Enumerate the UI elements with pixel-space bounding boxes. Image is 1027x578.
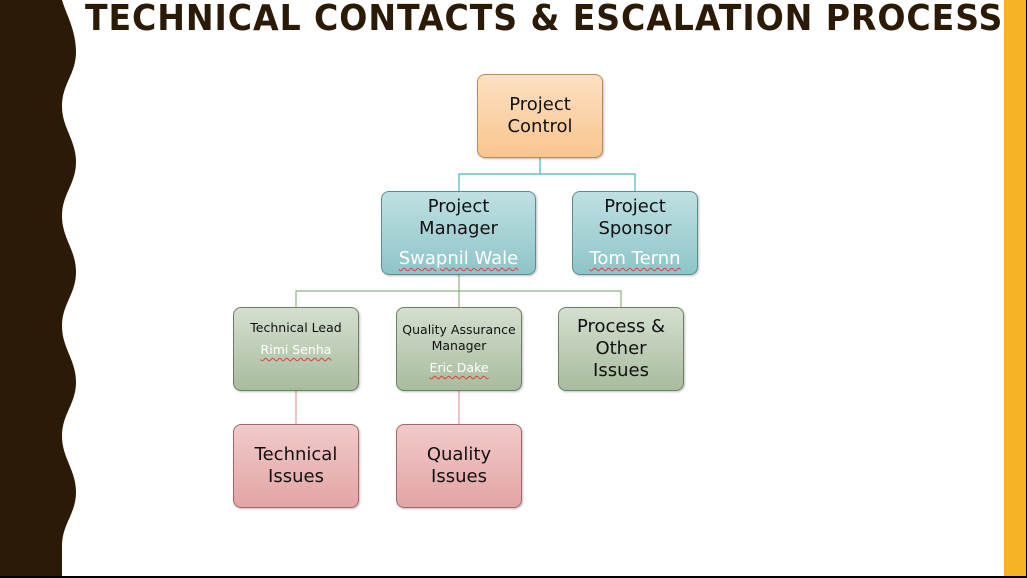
node-label: Other: [595, 338, 647, 359]
node-label: Quality: [426, 444, 492, 465]
node-person-name: Swapnil Wale: [398, 248, 519, 269]
node-quality-issues[interactable]: Quality Issues: [396, 424, 522, 508]
slide: TECHNICAL CONTACTS & ESCALATION PROCESS …: [0, 0, 1027, 577]
node-label: Process &: [576, 316, 666, 337]
node-project-manager[interactable]: Project Manager Swapnil Wale: [381, 191, 536, 275]
node-technical-issues[interactable]: Technical Issues: [233, 424, 359, 508]
node-label: Manager: [431, 338, 487, 353]
node-project-control[interactable]: Project Control: [477, 74, 603, 158]
node-label: Project: [509, 94, 571, 115]
node-label: Issues: [431, 466, 487, 487]
node-person-name: Tom Ternn: [589, 248, 681, 269]
node-technical-lead[interactable]: Technical Lead Rimi Senha: [233, 307, 359, 391]
node-label: Issues: [268, 466, 324, 487]
node-label: Issues: [593, 360, 649, 381]
connector-control-to-manager: [458, 158, 541, 191]
node-label: Project: [427, 196, 490, 217]
connector-control-to-sponsor: [540, 173, 636, 191]
connector-manager-to-process: [459, 290, 622, 307]
node-label: Technical: [254, 444, 338, 465]
node-label: Manager: [419, 218, 498, 239]
connector-manager-to-techlead: [295, 275, 460, 307]
node-person-name: Eric Dake: [429, 360, 489, 375]
node-qa-manager[interactable]: Quality Assurance Manager Eric Dake: [396, 307, 522, 391]
node-project-sponsor[interactable]: Project Sponsor Tom Ternn: [572, 191, 698, 275]
node-label: Project: [604, 196, 666, 217]
node-label: Technical Lead: [250, 320, 342, 335]
node-process-other-issues[interactable]: Process & Other Issues: [558, 307, 684, 391]
node-person-name: Rimi Senha: [260, 342, 332, 357]
node-label: Sponsor: [598, 218, 672, 239]
node-label: Quality Assurance: [402, 322, 516, 337]
node-label: Control: [507, 116, 573, 137]
